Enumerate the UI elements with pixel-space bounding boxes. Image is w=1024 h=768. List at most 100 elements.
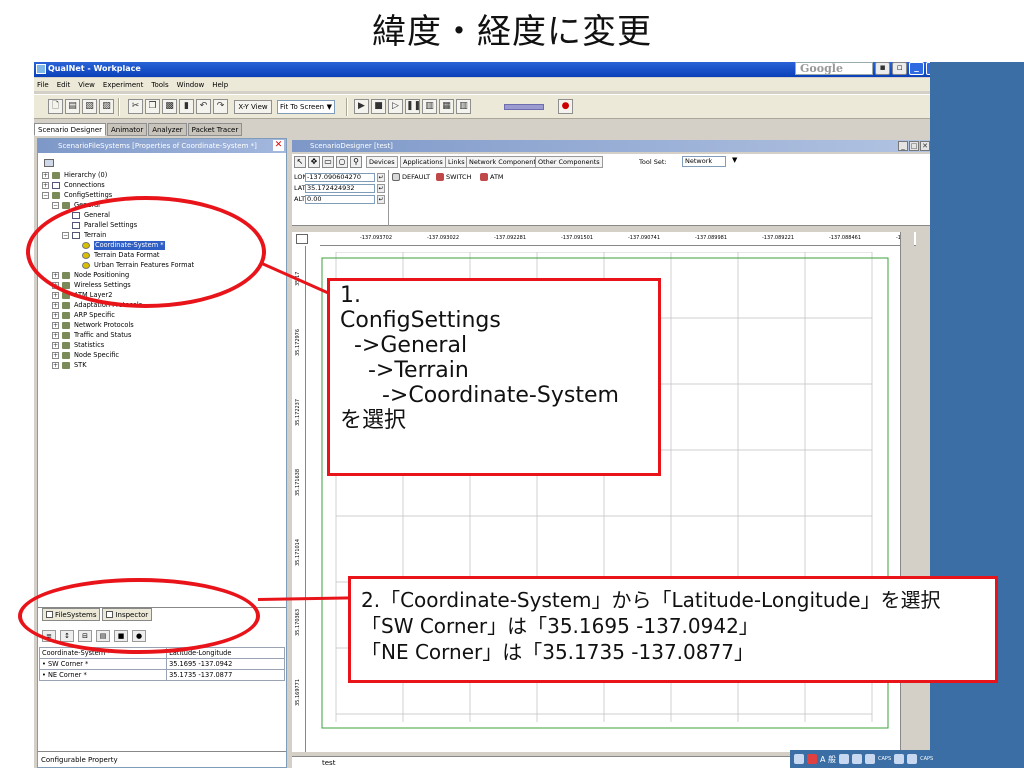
menu-tools[interactable]: Tools (151, 81, 168, 89)
device-atm[interactable]: ATM (480, 172, 504, 182)
menu-view[interactable]: View (78, 81, 95, 89)
expand-icon[interactable]: + (52, 342, 59, 349)
tab-other-components[interactable]: Other Components (535, 156, 603, 168)
tab-links[interactable]: Links (445, 156, 468, 168)
tab-packet-tracer[interactable]: Packet Tracer (187, 123, 243, 136)
delete-icon[interactable]: ▮ (179, 99, 194, 114)
menu-edit[interactable]: Edit (57, 81, 71, 89)
tree-item-node-specific[interactable]: + Node Specific (52, 351, 119, 360)
new-icon[interactable]: 🗋 (48, 99, 63, 114)
tree-item-arp-specific[interactable]: + ARP Specific (52, 311, 115, 320)
close-icon[interactable]: ✕ (920, 141, 930, 151)
table-row[interactable]: • SW Corner * 35.1695 -137.0942 (38, 658, 285, 670)
help-icon[interactable] (907, 754, 918, 764)
ruler-tick-label: 35.171638 (295, 468, 301, 496)
collapse-icon[interactable]: − (52, 202, 59, 209)
collapse-icon[interactable]: − (42, 192, 49, 199)
undo-icon[interactable]: ↶ (196, 99, 211, 114)
device-switch[interactable]: SWITCH (436, 172, 472, 182)
chevron-down-icon[interactable]: ▼ (732, 156, 737, 164)
redo-icon[interactable]: ↷ (213, 99, 228, 114)
google-search-box[interactable]: Google (795, 62, 873, 75)
restore-icon[interactable]: ▫ (892, 62, 907, 75)
cut-icon[interactable]: ✂ (128, 99, 143, 114)
xy-view-button[interactable]: X-Y View (234, 100, 272, 114)
tab-animator[interactable]: Animator (107, 123, 148, 136)
network-icon[interactable] (839, 754, 850, 764)
tree-item-traffic-and-status[interactable]: + Traffic and Status (52, 331, 131, 340)
ime-mode[interactable]: A 般 (820, 754, 836, 765)
property-value[interactable]: 35.1735 -137.0877 (166, 669, 285, 681)
property-value[interactable]: 35.1695 -137.0942 (166, 658, 285, 670)
lasso-icon[interactable]: ○ (336, 156, 348, 168)
menu-window[interactable]: Window (177, 81, 205, 89)
ime-icon[interactable] (807, 754, 817, 764)
table-row[interactable]: • NE Corner * 35.1735 -137.0877 (38, 669, 285, 681)
toolset-label: Tool Set: (639, 158, 667, 166)
tree-item-hierarchy[interactable]: + Hierarchy (0) (42, 171, 107, 180)
close-icon[interactable]: ✕ (273, 140, 284, 151)
enter-icon[interactable]: ↵ (377, 172, 385, 182)
stop-icon[interactable]: ■ (371, 99, 386, 114)
tree-label: Traffic and Status (74, 331, 132, 339)
tree-item-connections[interactable]: + Connections (42, 181, 105, 190)
expand-icon[interactable]: + (52, 292, 59, 299)
callout-line: ->Terrain (340, 358, 469, 383)
expand-icon[interactable]: + (52, 352, 59, 359)
open-icon[interactable]: ▤ (65, 99, 80, 114)
zoom-icon[interactable]: ⚲ (350, 156, 362, 168)
tree-item-network-protocols[interactable]: + Network Protocols (52, 321, 134, 330)
chart-icon[interactable]: ▥ (422, 99, 437, 114)
tray-icon[interactable] (894, 754, 905, 764)
expand-icon[interactable]: + (52, 312, 59, 319)
menu-file[interactable]: File (37, 81, 49, 89)
tab-applications[interactable]: Applications (400, 156, 446, 168)
print-icon[interactable]: ▨ (99, 99, 114, 114)
fit-to-screen-select[interactable]: Fit To Screen ▼ (277, 100, 335, 114)
bar-chart-icon[interactable]: ▦ (439, 99, 454, 114)
minimize-icon[interactable]: ▪ (875, 62, 890, 75)
tab-analyzer[interactable]: Analyzer (148, 123, 187, 136)
lat-field[interactable]: 35.172424932 (305, 183, 375, 193)
tab-devices[interactable]: Devices (366, 156, 398, 168)
expand-icon[interactable]: + (42, 182, 49, 189)
expand-icon[interactable]: + (52, 302, 59, 309)
device-default[interactable]: DEFAULT (392, 172, 430, 182)
lon-field[interactable]: -137.090604270 (305, 172, 375, 182)
tree-item-configsettings[interactable]: − ConfigSettings (42, 191, 112, 200)
enter-icon[interactable]: ↵ (377, 183, 385, 193)
minimize-button[interactable]: _ (909, 62, 924, 75)
expand-icon[interactable]: + (52, 332, 59, 339)
toolset-select[interactable]: Network (682, 156, 726, 167)
expand-icon[interactable]: + (52, 362, 59, 369)
paste-icon[interactable]: ▩ (162, 99, 177, 114)
callout-line: 「SW Corner」は「35.1695 -137.0942」 (361, 614, 759, 638)
tree-item-statistics[interactable]: + Statistics (52, 341, 104, 350)
record-icon[interactable]: ● (558, 99, 573, 114)
maximize-icon[interactable]: □ (909, 141, 919, 151)
keyboard-icon[interactable] (794, 754, 804, 764)
run-icon[interactable]: ▶ (354, 99, 369, 114)
tool-icon[interactable] (852, 754, 863, 764)
pause-icon[interactable]: ❚❚ (405, 99, 421, 114)
tree-item-stk[interactable]: + STK (52, 361, 87, 370)
expand-icon[interactable]: + (42, 172, 49, 179)
enter-icon[interactable]: ↵ (377, 194, 385, 204)
help-icon[interactable] (865, 754, 876, 764)
alt-field[interactable]: 0.00 (305, 194, 375, 204)
toolset-value: Network (685, 157, 713, 165)
play-icon[interactable]: ▷ (388, 99, 403, 114)
move-icon[interactable]: ✥ (308, 156, 320, 168)
menu-help[interactable]: Help (212, 81, 228, 89)
tab-network-components[interactable]: Network Components (466, 156, 543, 168)
menu-experiment[interactable]: Experiment (103, 81, 143, 89)
stats-icon[interactable]: ▥ (456, 99, 471, 114)
copy-icon[interactable]: ❐ (145, 99, 160, 114)
expand-icon[interactable]: + (52, 322, 59, 329)
tab-scenario-designer[interactable]: Scenario Designer (34, 123, 107, 136)
rectangle-select-icon[interactable]: ▭ (322, 156, 334, 168)
save-icon[interactable]: ▧ (82, 99, 97, 114)
select-pointer-icon[interactable]: ↖ (294, 156, 306, 168)
minimize-icon[interactable]: _ (898, 141, 908, 151)
animation-speed-slider[interactable] (504, 104, 544, 110)
